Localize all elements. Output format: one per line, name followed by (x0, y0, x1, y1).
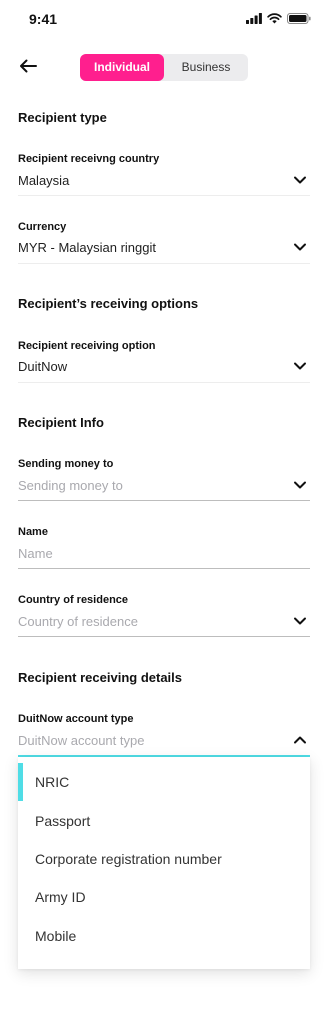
dropdown-option-corporate-registration[interactable]: Corporate registration number (18, 840, 310, 878)
option-label: Corporate registration number (35, 851, 222, 867)
battery-icon (287, 13, 311, 24)
account-type-label: DuitNow account type (18, 713, 134, 725)
name-label: Name (18, 526, 48, 538)
section-title-recipient-type: Recipient type (18, 110, 107, 125)
sending-to-label: Sending money to (18, 458, 114, 470)
chevron-down-icon[interactable] (293, 361, 307, 371)
recipient-kind-toggle: Individual Business (80, 54, 248, 81)
sending-to-select[interactable]: Sending money to (18, 478, 123, 493)
option-label: Passport (35, 813, 91, 829)
sending-to-underline (18, 500, 310, 501)
account-type-select[interactable]: DuitNow account type (18, 733, 144, 748)
residence-label: Country of residence (18, 594, 129, 606)
selected-indicator (18, 763, 23, 801)
dropdown-option-passport[interactable]: Passport (18, 802, 310, 840)
currency-label: Currency (18, 221, 67, 233)
option-label: Army ID (35, 889, 86, 905)
arrow-left-icon (19, 59, 37, 78)
country-select[interactable]: Malaysia (18, 173, 69, 188)
currency-underline (18, 263, 310, 264)
dropdown-option-mobile[interactable]: Mobile (18, 917, 310, 955)
cellular-signal-icon (246, 13, 262, 24)
currency-select[interactable]: MYR - Malaysian ringgit (18, 240, 156, 255)
dropdown-option-nric[interactable]: NRIC (18, 763, 310, 801)
status-time: 9:41 (29, 11, 58, 27)
tab-business[interactable]: Business (164, 54, 248, 81)
status-icons (246, 13, 311, 24)
option-label: NRIC (35, 774, 70, 790)
dropdown-option-army-id[interactable]: Army ID (18, 878, 310, 916)
screen: 9:41 Individual Business Recipient type … (0, 0, 327, 1024)
back-button[interactable] (16, 57, 40, 79)
chevron-down-icon[interactable] (293, 242, 307, 252)
residence-underline (18, 636, 310, 637)
country-label: Recipient receivng country (18, 153, 160, 165)
name-underline (18, 568, 310, 569)
receiving-option-underline (18, 382, 310, 383)
chevron-up-icon[interactable] (293, 735, 307, 745)
chevron-down-icon[interactable] (293, 616, 307, 626)
option-label: Mobile (35, 928, 77, 944)
account-type-dropdown: NRIC Passport Corporate registration num… (18, 757, 310, 969)
section-title-receiving-options: Recipient’s receiving options (18, 296, 199, 311)
chevron-down-icon[interactable] (293, 480, 307, 490)
receiving-option-select[interactable]: DuitNow (18, 359, 67, 374)
country-underline (18, 195, 310, 196)
chevron-down-icon[interactable] (293, 175, 307, 185)
section-title-receiving-details: Recipient receiving details (18, 670, 183, 685)
section-title-recipient-info: Recipient Info (18, 415, 104, 430)
name-input[interactable]: Name (18, 546, 53, 561)
receiving-option-label: Recipient receiving option (18, 340, 156, 352)
wifi-icon (267, 13, 282, 24)
status-bar: 9:41 (0, 0, 327, 40)
tab-individual[interactable]: Individual (80, 54, 164, 81)
residence-select[interactable]: Country of residence (18, 614, 138, 629)
